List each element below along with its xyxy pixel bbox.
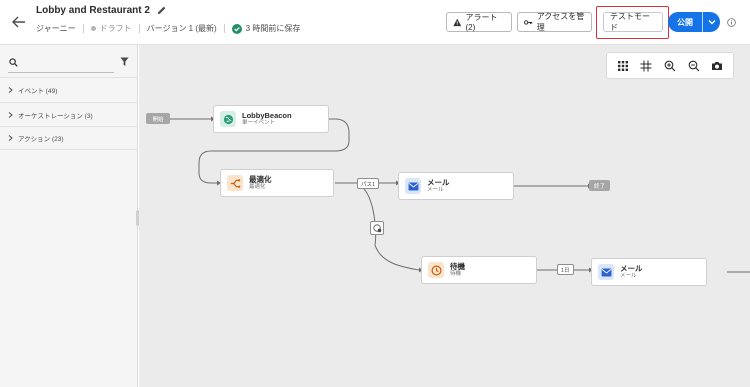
wait-duration-label[interactable]: 1日	[557, 264, 574, 275]
node-title: メール	[620, 263, 643, 273]
category-actions[interactable]: アクション (23)	[0, 126, 138, 150]
path-label[interactable]: パス1	[357, 178, 380, 189]
connection-lines	[170, 116, 750, 273]
node-wait[interactable]: 待機 待機	[421, 256, 537, 284]
chevron-right-icon	[8, 111, 13, 118]
node-email-1[interactable]: メール メール	[398, 172, 514, 200]
node-title: 待機	[450, 261, 465, 271]
title-row: Lobby and Restaurant 2	[36, 5, 167, 16]
end-node[interactable]: 終了	[589, 180, 610, 191]
pencil-icon[interactable]	[156, 5, 167, 16]
category-orchestration[interactable]: オーケストレーション (3)	[0, 102, 138, 126]
manage-access-button[interactable]: アクセスを管理	[517, 12, 592, 32]
node-text: メール メール	[620, 263, 643, 280]
grid-icon[interactable]	[617, 60, 629, 72]
publish-dropdown[interactable]	[703, 12, 720, 32]
condition-icon[interactable]	[370, 221, 384, 235]
journey-title: Lobby and Restaurant 2	[36, 5, 150, 16]
node-title: メール	[427, 177, 450, 187]
node-text: メール メール	[427, 177, 450, 194]
journey-label: ジャーニー	[36, 24, 76, 33]
journey-header: Lobby and Restaurant 2 ジャーニー ドラフト バージョン …	[0, 0, 750, 45]
alert-button[interactable]: アラート(2)	[446, 12, 512, 32]
globe-icon	[220, 111, 236, 127]
node-email-2[interactable]: メール メール	[591, 258, 707, 286]
chevron-down-icon	[708, 20, 715, 25]
fit-icon[interactable]	[640, 60, 652, 72]
node-subtitle: 最適化	[249, 184, 266, 191]
key-icon	[524, 19, 533, 25]
category-label: オーケストレーション (3)	[18, 112, 93, 120]
divider	[82, 24, 84, 33]
test-mode-button[interactable]: テストモード	[603, 12, 663, 32]
search-icon	[9, 58, 18, 67]
warning-icon	[453, 18, 462, 26]
node-optimize[interactable]: 最適化 最適化	[220, 169, 334, 197]
filter-icon[interactable]	[120, 57, 129, 67]
category-label: イベント (49)	[18, 87, 58, 95]
envelope-icon	[598, 264, 614, 280]
divider	[702, 12, 703, 32]
chevron-right-icon	[8, 135, 13, 141]
canvas-toolbar	[606, 52, 734, 79]
clock-icon	[428, 262, 444, 278]
node-title: 最適化	[249, 174, 272, 184]
version-label[interactable]: バージョン 1 (最新)	[147, 23, 217, 34]
node-subtitle: メール	[427, 187, 444, 194]
manage-access-label: アクセスを管理	[536, 12, 585, 32]
journey-meta: ジャーニー ドラフト バージョン 1 (最新) 3 時間前に保存	[36, 23, 300, 34]
node-subtitle: 待機	[450, 271, 462, 278]
divider	[138, 24, 140, 33]
node-subtitle: メール	[620, 273, 637, 280]
category-label: アクション (23)	[18, 136, 64, 143]
activity-palette: イベント (49) オーケストレーション (3) アクション (23)	[0, 45, 138, 387]
zoom-in-icon[interactable]	[664, 60, 676, 72]
zoom-out-icon[interactable]	[688, 60, 700, 72]
back-arrow-icon[interactable]	[10, 13, 28, 31]
info-icon[interactable]	[727, 18, 736, 27]
status-badge: ドラフト	[99, 24, 132, 33]
divider	[223, 24, 225, 33]
saved-status: 3 時間前に保存	[245, 24, 301, 33]
category-events[interactable]: イベント (49)	[0, 77, 138, 101]
node-subtitle: 単一イベント	[242, 120, 276, 127]
alert-label: アラート(2)	[465, 13, 498, 32]
chevron-right-icon	[8, 86, 13, 93]
node-text: 待機 待機	[450, 261, 465, 278]
check-circle-icon	[231, 23, 242, 34]
node-text: 最適化 最適化	[249, 174, 272, 191]
journey-canvas[interactable]: 開始 終了 LobbyBeacon 単一イベント 最適化 最適化 メール メール…	[139, 45, 750, 387]
split-icon	[227, 175, 243, 191]
camera-icon[interactable]	[711, 60, 723, 72]
node-text: LobbyBeacon 単一イベント	[242, 110, 292, 127]
search-input[interactable]	[23, 56, 111, 70]
envelope-icon	[405, 178, 421, 194]
start-node[interactable]: 開始	[146, 113, 170, 124]
publish-label[interactable]: 公開	[668, 12, 702, 32]
publish-button[interactable]: 公開	[668, 12, 720, 32]
node-title: LobbyBeacon	[242, 110, 292, 120]
node-lobby-beacon[interactable]: LobbyBeacon 単一イベント	[213, 105, 329, 133]
search-field[interactable]	[8, 55, 114, 73]
status-dot-icon	[90, 26, 96, 31]
